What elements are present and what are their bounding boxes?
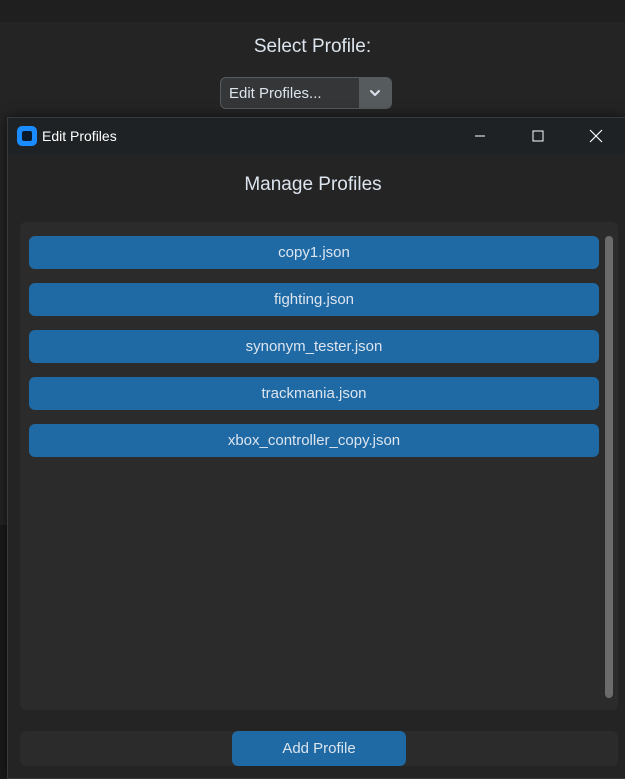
- select-profile-label: Select Profile:: [253, 36, 372, 57]
- profile-combobox[interactable]: Edit Profiles...: [220, 77, 392, 109]
- profiles-list: copy1.json fighting.json synonym_tester.…: [29, 236, 599, 471]
- window-title: Edit Profiles: [42, 128, 117, 144]
- maximize-button[interactable]: [509, 118, 567, 154]
- profile-combobox-value: Edit Profiles...: [229, 84, 322, 102]
- profile-button[interactable]: fighting.json: [29, 283, 599, 316]
- edit-profiles-window: Edit Profiles Manage Profiles copy1.json: [7, 117, 625, 779]
- window-titlebar[interactable]: Edit Profiles: [8, 118, 625, 154]
- scrollbar-thumb[interactable]: [605, 236, 613, 698]
- add-profile-button[interactable]: Add Profile: [232, 731, 406, 766]
- profile-button[interactable]: synonym_tester.json: [29, 330, 599, 363]
- minimize-button[interactable]: [451, 118, 509, 154]
- profiles-scroll-frame: copy1.json fighting.json synonym_tester.…: [20, 222, 618, 710]
- minimize-icon: [475, 135, 485, 137]
- profile-button[interactable]: copy1.json: [29, 236, 599, 269]
- manage-profiles-heading: Manage Profiles: [244, 174, 382, 195]
- app-icon: [17, 126, 37, 146]
- profile-button[interactable]: trackmania.json: [29, 377, 599, 410]
- window-controls: [451, 118, 625, 154]
- profile-button[interactable]: xbox_controller_copy.json: [29, 424, 599, 457]
- chevron-down-icon: [370, 90, 380, 96]
- maximize-icon: [532, 130, 544, 142]
- combobox-dropdown-button[interactable]: [359, 78, 391, 108]
- close-icon: [589, 129, 603, 143]
- close-button[interactable]: [567, 118, 625, 154]
- main-window-topbar: [0, 0, 625, 22]
- footer-frame: Add Profile: [20, 731, 618, 766]
